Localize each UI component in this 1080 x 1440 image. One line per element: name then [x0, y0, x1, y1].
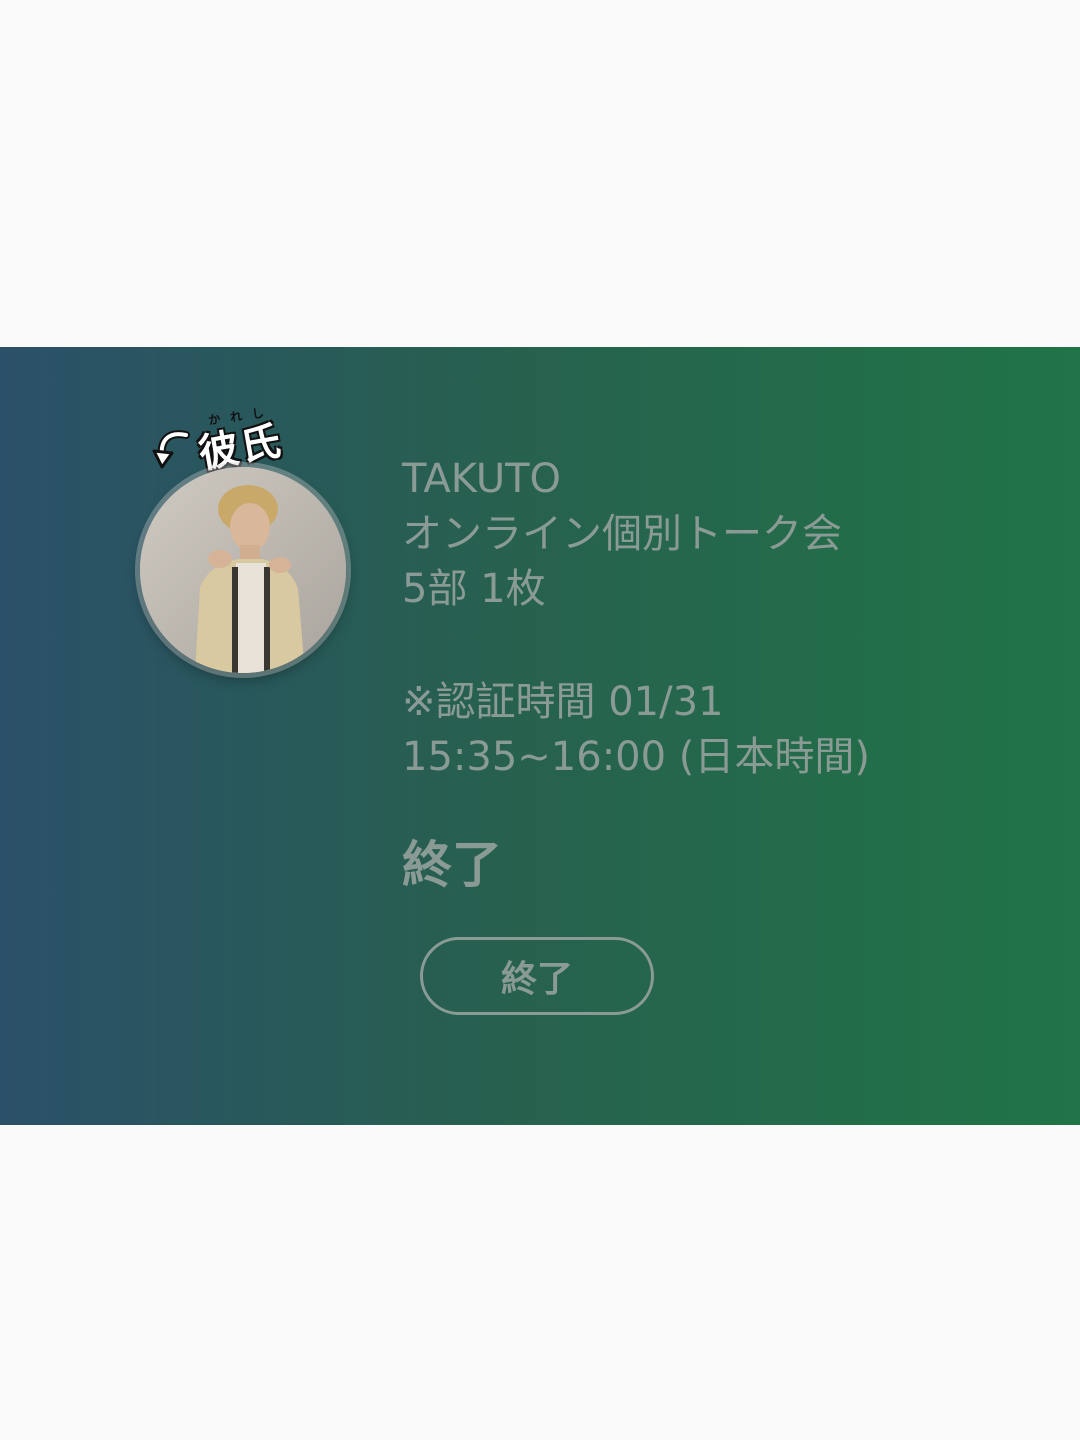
end-button[interactable]: 終了 — [420, 937, 654, 1015]
avatar-container — [140, 467, 346, 673]
profile-photo — [140, 467, 346, 673]
session-info: 5部 1枚 — [402, 566, 546, 612]
page: かれし 彼氏 TAKUTO オンライン個別トーク会 5部 1枚 ※認証時間 01… — [0, 0, 1080, 1440]
ticket-info: TAKUTO オンライン個別トーク会 5部 1枚 ※認証時間 01/31 15:… — [402, 452, 870, 785]
status-text: 終了 — [402, 836, 502, 894]
artist-name: TAKUTO — [402, 456, 562, 502]
avatar — [140, 467, 346, 673]
auth-time-label: ※認証時間 01/31 — [402, 679, 724, 725]
auth-time-range: 15:35~16:00 (日本時間) — [402, 734, 870, 780]
ticket-card: かれし 彼氏 TAKUTO オンライン個別トーク会 5部 1枚 ※認証時間 01… — [0, 347, 1080, 1125]
event-name: オンライン個別トーク会 — [402, 511, 842, 557]
